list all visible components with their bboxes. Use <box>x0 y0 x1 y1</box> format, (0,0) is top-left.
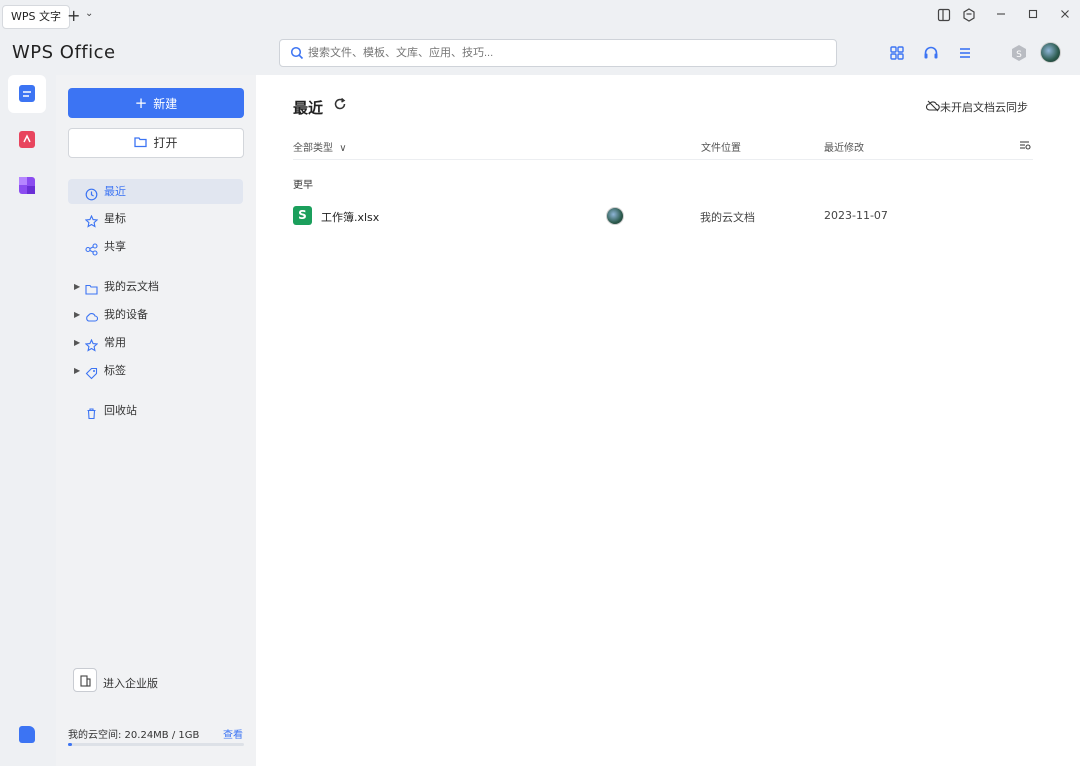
expand-arrow-icon[interactable]: ▶ <box>74 302 80 327</box>
search-input[interactable] <box>308 43 828 63</box>
star-icon <box>84 212 99 228</box>
documents-icon <box>19 85 35 102</box>
sidebar-item-label: 我的云文档 <box>104 280 159 293</box>
chevron-down-icon: ∨ <box>339 143 347 154</box>
new-button-label: 新建 <box>153 97 178 111</box>
cloud-sync-off-icon[interactable] <box>926 100 940 112</box>
open-button[interactable]: 打开 <box>68 128 244 158</box>
sidebar-item-recent[interactable]: 最近 <box>68 179 243 204</box>
storage-progress-bar <box>68 743 244 746</box>
type-filter-dropdown[interactable]: 全部类型 ∨ <box>293 139 347 154</box>
sidebar-item-label: 星标 <box>104 212 126 225</box>
file-location: 我的云文档 <box>700 211 755 224</box>
file-row[interactable]: S 工作簿.xlsx 我的云文档 2023-11-07 <box>293 203 1033 227</box>
file-name[interactable]: 工作簿.xlsx <box>321 209 379 225</box>
sidebar-item-starred[interactable]: 星标 <box>68 206 243 231</box>
file-modified-date: 2023-11-07 <box>824 209 888 222</box>
membership-badge-icon[interactable]: S <box>1009 43 1029 63</box>
cloud-sync-status[interactable]: 未开启文档云同步 <box>940 99 1028 115</box>
plus-icon: + <box>134 94 148 112</box>
storage-progress-fill <box>68 743 72 746</box>
cloud-icon <box>19 726 35 743</box>
rail-pdf-button[interactable] <box>8 121 46 159</box>
tab-menu-chevron-icon[interactable]: ⌄ <box>85 8 93 19</box>
sidebar: + 新建 打开 最近 星标 共享 ▶ 我的云文档 ▶ 我的设备 ▶ 常用 ▶ 标签 <box>56 75 256 766</box>
column-header-modified: 最近修改 <box>824 143 864 154</box>
rail-documents-button[interactable] <box>8 75 46 113</box>
sidebar-item-tags[interactable]: ▶ 标签 <box>68 358 243 383</box>
pdf-icon <box>19 131 35 148</box>
maximize-icon[interactable] <box>1025 8 1041 24</box>
sidebar-item-label: 最近 <box>104 185 126 198</box>
sidebar-item-my-cloud-docs[interactable]: ▶ 我的云文档 <box>68 274 243 299</box>
storage-usage-text: 我的云空间: 20.24MB / 1GB <box>68 730 200 741</box>
close-icon[interactable] <box>1057 8 1073 24</box>
spreadsheet-icon: S <box>293 206 312 225</box>
enterprise-button[interactable] <box>73 668 97 692</box>
tab-wps-writer[interactable]: WPS 文字 <box>2 5 70 29</box>
sidebar-item-label: 共享 <box>104 240 126 253</box>
type-filter-label: 全部类型 <box>293 143 333 154</box>
tag-icon <box>85 364 98 380</box>
title-bar: WPS 文字 + ⌄ <box>0 0 1080 32</box>
column-header-location: 文件位置 <box>701 143 741 154</box>
headset-icon[interactable] <box>922 44 940 62</box>
enterprise-label[interactable]: 进入企业版 <box>103 675 158 691</box>
clock-icon <box>85 185 98 201</box>
share-icon <box>85 240 98 256</box>
svg-text:S: S <box>1016 50 1022 60</box>
sidebar-item-label: 标签 <box>104 364 126 377</box>
sidebar-item-label: 常用 <box>104 336 126 349</box>
open-button-label: 打开 <box>153 136 178 150</box>
sidebar-item-frequent[interactable]: ▶ 常用 <box>68 330 243 355</box>
user-avatar[interactable] <box>1040 42 1061 63</box>
cloud-device-icon <box>85 308 99 322</box>
expand-arrow-icon[interactable]: ▶ <box>74 274 80 299</box>
main-panel: 最近 未开启文档云同步 全部类型 ∨ 文件位置 最近修改 更早 S 工作簿.xl… <box>256 75 1080 766</box>
expand-arrow-icon[interactable]: ▶ <box>74 330 80 355</box>
refresh-icon[interactable] <box>333 97 347 115</box>
skin-icon[interactable] <box>961 8 977 24</box>
pin-star-icon <box>84 336 99 352</box>
building-icon <box>79 674 92 690</box>
header-divider <box>293 159 1033 160</box>
group-title-earlier: 更早 <box>293 180 313 191</box>
search-icon <box>290 46 304 60</box>
sidebar-item-label: 回收站 <box>104 404 137 417</box>
trash-icon <box>85 404 98 420</box>
sidebar-item-my-devices[interactable]: ▶ 我的设备 <box>68 302 243 327</box>
folder-open-icon <box>134 130 148 158</box>
page-title: 最近 <box>293 99 324 117</box>
new-button[interactable]: + 新建 <box>68 88 244 118</box>
apps-grid-icon[interactable] <box>888 44 906 62</box>
layout-icon[interactable] <box>936 8 952 24</box>
storage-view-link[interactable]: 查看 <box>223 726 243 741</box>
sidebar-item-label: 我的设备 <box>104 308 148 321</box>
new-tab-button[interactable]: + <box>67 6 80 26</box>
expand-arrow-icon[interactable]: ▶ <box>74 358 80 383</box>
rail-apps-button[interactable] <box>8 167 46 205</box>
sidebar-item-shared[interactable]: 共享 <box>68 234 243 259</box>
minimize-icon[interactable] <box>993 8 1009 24</box>
wps-office-logo: WPS Office <box>12 42 116 63</box>
sidebar-item-trash[interactable]: 回收站 <box>68 398 243 423</box>
rail-cloud-button[interactable] <box>8 716 46 754</box>
search-box[interactable] <box>279 39 837 67</box>
apps-icon <box>19 177 35 194</box>
folder-icon <box>85 280 98 295</box>
menu-icon[interactable] <box>956 44 974 62</box>
list-settings-icon[interactable] <box>1019 139 1031 151</box>
owner-avatar <box>606 207 624 225</box>
